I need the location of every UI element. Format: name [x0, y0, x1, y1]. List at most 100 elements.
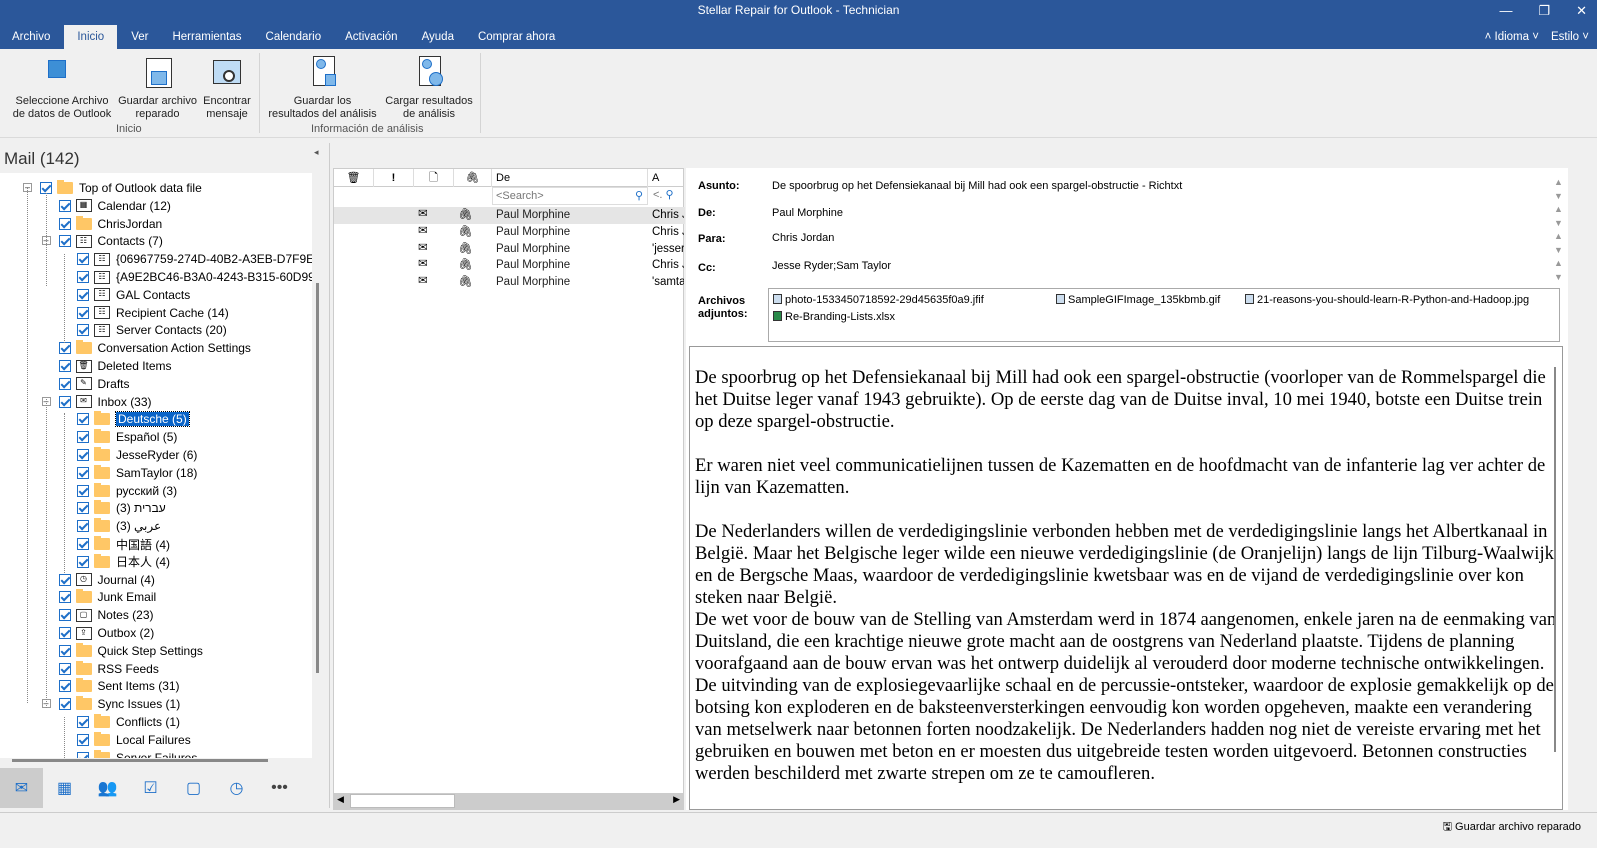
body-vertical-scrollbar[interactable] — [1554, 367, 1556, 752]
nav-notes-icon[interactable]: ▢ — [172, 768, 215, 808]
checkbox[interactable] — [77, 733, 89, 746]
tree-item[interactable]: ChrisJordan — [58, 215, 162, 233]
tree-item[interactable]: ☷ {06967759-274D-40B2-A3EB-D7F9E737 — [77, 250, 312, 268]
minimize-button[interactable]: — — [1499, 0, 1512, 21]
nav-mail-icon[interactable]: ✉ — [0, 768, 43, 808]
checkbox[interactable] — [77, 253, 89, 266]
checkbox[interactable] — [58, 662, 71, 675]
checkbox[interactable] — [58, 360, 71, 372]
checkbox[interactable] — [77, 413, 89, 426]
nav-contacts-icon[interactable]: 👥 — [86, 768, 129, 808]
tree-item[interactable]: ☷ Server Contacts (20) — [77, 321, 227, 339]
tree-item[interactable]: 日本人 (4) — [77, 553, 170, 571]
checkbox[interactable] — [77, 555, 89, 568]
tree-item[interactable]: Quick Step Settings — [58, 642, 203, 660]
list-horizontal-scrollbar[interactable]: ◀ ▶ — [334, 793, 683, 809]
tab-inicio[interactable]: Inicio — [64, 25, 118, 49]
checkbox[interactable] — [58, 342, 71, 355]
column-from[interactable]: De — [492, 169, 648, 187]
tree-item[interactable]: русский (3) — [77, 482, 177, 500]
select-outlook-file-button[interactable]: Seleccione Archivo de datos de Outlook — [8, 54, 116, 121]
tab-herramientas[interactable]: Herramientas — [162, 22, 251, 49]
checkbox[interactable] — [58, 627, 71, 639]
checkbox[interactable] — [58, 609, 71, 622]
checkbox[interactable] — [77, 449, 89, 461]
tree-item[interactable]: Sync Issues (1) — [58, 695, 180, 713]
tree-item[interactable]: Junk Email — [58, 588, 156, 606]
message-row[interactable]: ✉ 🖇 Paul Morphine Chris J — [334, 224, 685, 241]
tree-item[interactable]: Conflicts (1) — [77, 713, 180, 731]
checkbox[interactable] — [58, 377, 71, 390]
checkbox[interactable] — [77, 484, 89, 497]
tree-item[interactable]: ▢ Notes (23) — [58, 606, 154, 624]
checkbox[interactable] — [77, 431, 89, 444]
tree-item[interactable]: 中国語 (4) — [77, 535, 170, 553]
tree-item[interactable]: عربي (3) — [77, 517, 161, 535]
message-row[interactable]: ✉ 🖇 Paul Morphine 'samtay — [334, 274, 685, 291]
idioma-menu[interactable]: ˄ Idioma ˅ — [1485, 22, 1539, 52]
column-attachment-icon[interactable]: 🖇 — [454, 169, 492, 187]
search-icon[interactable]: ⚲ — [666, 189, 674, 201]
tree-item[interactable]: ◷ Journal (4) — [58, 571, 155, 589]
checkbox[interactable] — [58, 199, 71, 212]
tree-item[interactable]: Español (5) — [77, 428, 177, 446]
load-analysis-button[interactable]: Cargar resultados de análisis — [381, 54, 477, 121]
nav-tasks-icon[interactable]: ☑ — [129, 768, 172, 808]
message-row[interactable]: ✉ 🖇 Paul Morphine 'jessery — [334, 241, 685, 258]
from-search-input[interactable]: <Search> ⚲ — [492, 187, 648, 205]
tree-item[interactable]: ☷ Recipient Cache (14) — [77, 304, 229, 322]
checkbox[interactable] — [58, 698, 71, 711]
checkbox[interactable] — [58, 395, 71, 408]
checkbox[interactable] — [77, 271, 89, 283]
message-row[interactable]: ✉ 🖇 Paul Morphine Chris J — [334, 257, 685, 274]
checkbox[interactable] — [58, 573, 71, 586]
nav-more-icon[interactable]: ••• — [258, 768, 301, 808]
tree-item[interactable]: Server Failures — [77, 749, 197, 758]
column-delete-icon[interactable]: 🗑 — [334, 169, 374, 187]
tree-item[interactable]: Deutsche (5) — [77, 410, 190, 428]
find-message-button[interactable]: Encontrar mensaje — [199, 54, 255, 121]
restore-button[interactable]: ❐ — [1538, 0, 1550, 21]
checkbox[interactable] — [77, 520, 89, 533]
tree-item[interactable]: Conversation Action Settings — [58, 339, 251, 357]
checkbox[interactable] — [77, 466, 89, 479]
checkbox[interactable] — [58, 591, 71, 604]
attachment-item[interactable]: SampleGIFImage_135kbmb.gif — [1056, 294, 1220, 306]
tree-item[interactable]: Local Failures — [77, 731, 191, 749]
checkbox[interactable] — [77, 306, 89, 319]
collapse-pane-icon[interactable]: ◂ — [314, 147, 319, 158]
checkbox[interactable] — [77, 324, 89, 337]
estilo-menu[interactable]: Estilo ˅ — [1551, 22, 1589, 52]
tab-archivo[interactable]: Archivo — [2, 22, 60, 49]
tree-item[interactable]: Top of Outlook data file — [40, 179, 202, 197]
tree-item[interactable]: ☷ {A9E2BC46-B3A0-4243-B315-60D99100 — [77, 268, 312, 286]
column-type-icon[interactable]: 🗋 — [414, 169, 454, 187]
checkbox[interactable] — [58, 644, 71, 657]
checkbox[interactable] — [77, 751, 89, 758]
tree-vertical-scrollbar[interactable] — [316, 283, 319, 673]
tab-ayuda[interactable]: Ayuda — [412, 22, 464, 49]
attachment-item[interactable]: photo-1533450718592-29d45635f0a9.jfif — [773, 294, 984, 306]
attachment-item[interactable]: Re-Branding-Lists.xlsx — [773, 311, 895, 323]
close-button[interactable]: ✕ — [1576, 0, 1587, 21]
tree-item[interactable]: ▦ Calendar (12) — [58, 197, 171, 215]
tree-item[interactable]: SamTaylor (18) — [77, 464, 197, 482]
checkbox[interactable] — [77, 538, 89, 550]
search-icon[interactable]: ⚲ — [635, 188, 643, 204]
tab-ver[interactable]: Ver — [121, 22, 158, 49]
tree-item[interactable]: ☷ GAL Contacts — [77, 286, 190, 304]
checkbox[interactable] — [77, 288, 89, 301]
attachment-item[interactable]: 21-reasons-you-should-learn-R-Python-and… — [1245, 294, 1529, 306]
column-importance-icon[interactable]: ! — [374, 169, 414, 187]
tree-item[interactable]: JesseRyder (6) — [77, 446, 197, 464]
checkbox[interactable] — [58, 217, 71, 230]
column-to[interactable]: A — [648, 169, 685, 187]
header-scroll-arrows[interactable]: ▲ ▼ ▲ ▼ ▲ ▼ ▲ ▼ — [1554, 176, 1566, 284]
save-repaired-file-button[interactable]: Guardar archivo reparado — [115, 54, 200, 121]
tree-item[interactable]: Sent Items (31) — [58, 677, 180, 695]
to-search-input[interactable]: <. ⚲ — [650, 187, 685, 205]
status-save-button[interactable]: 🖫 Guardar archivo reparado — [1443, 818, 1581, 837]
tree-item[interactable]: ✎ Drafts — [58, 375, 130, 393]
tab-activacion[interactable]: Activación — [335, 22, 407, 49]
nav-calendar-icon[interactable]: ▦ — [43, 768, 86, 808]
